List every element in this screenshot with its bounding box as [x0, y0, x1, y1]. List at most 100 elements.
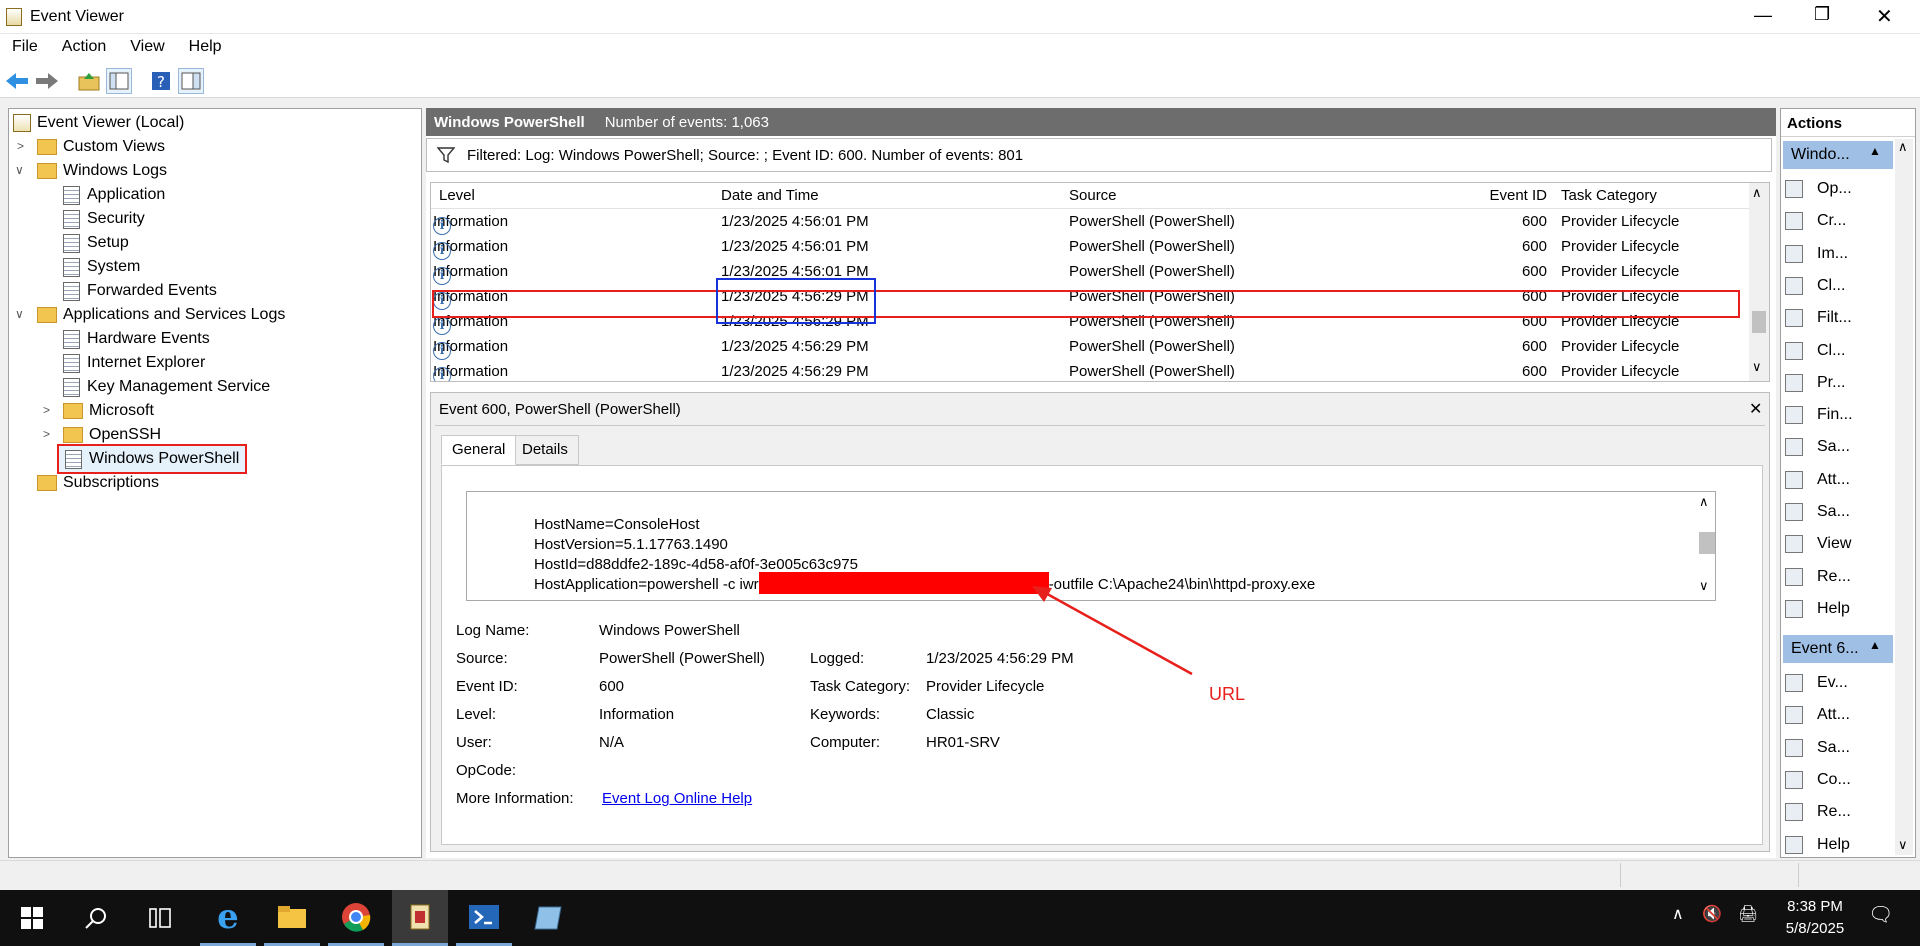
event-log-help-link[interactable]: Event Log Online Help	[602, 790, 752, 807]
restore-button[interactable]: ❐	[1814, 4, 1830, 25]
minimize-button[interactable]: —	[1754, 5, 1772, 26]
action-item-clear-log[interactable]: Cl...	[1785, 272, 1845, 300]
help-icon[interactable]: ?	[148, 68, 174, 94]
scroll-thumb[interactable]	[1699, 532, 1715, 554]
forward-icon[interactable]	[34, 68, 60, 94]
tray-chevron-up-icon[interactable]: ∧	[1672, 904, 1684, 924]
col-event-id[interactable]: Event ID	[1447, 187, 1547, 204]
scroll-thumb[interactable]	[1752, 311, 1766, 333]
tree-windows-powershell[interactable]: Windows PowerShell	[57, 444, 248, 474]
actions-section-event[interactable]: Event 6... ▲	[1783, 635, 1893, 663]
network-icon[interactable]: 🖨	[1738, 904, 1758, 924]
chevron-down-icon[interactable]: ∨	[15, 163, 29, 177]
menu-view[interactable]: View	[118, 34, 176, 60]
actions-section-log[interactable]: Windo... ▲	[1783, 141, 1893, 169]
actions-scrollbar[interactable]: ∧ ∨	[1895, 139, 1913, 855]
action-item-filter[interactable]: Filt...	[1785, 304, 1852, 332]
action-item-save[interactable]: Sa...	[1785, 433, 1850, 461]
tree-windows-logs[interactable]: Windows Logs	[37, 159, 167, 183]
tab-details[interactable]: Details	[511, 435, 579, 465]
scroll-down-icon[interactable]: ∨	[1752, 359, 1762, 375]
tree-setup[interactable]: Setup	[63, 231, 129, 255]
scroll-down-icon[interactable]: ∨	[1898, 837, 1908, 853]
scroll-up-icon[interactable]: ∧	[1752, 185, 1762, 201]
chrome-icon[interactable]	[328, 890, 384, 946]
action-item-help[interactable]: Help	[1785, 595, 1850, 623]
tree-hardware-events[interactable]: Hardware Events	[63, 327, 210, 351]
table-row[interactable]: i Information 1/23/2025 4:56:29 PM PowerShe…	[431, 359, 1751, 381]
col-date[interactable]: Date and Time	[721, 187, 819, 204]
table-row[interactable]: i Information 1/23/2025 4:56:01 PM PowerShe…	[431, 259, 1751, 285]
action-item-refresh[interactable]: Re...	[1785, 563, 1851, 591]
action-item-help[interactable]: Help	[1785, 831, 1850, 859]
action-item-save-filter[interactable]: Sa...	[1785, 498, 1850, 526]
col-level[interactable]: Level	[439, 187, 475, 204]
clock-date[interactable]: 5/8/2025	[1780, 920, 1850, 937]
tree-root[interactable]: Event Viewer (Local)	[13, 111, 184, 135]
search-icon[interactable]	[68, 890, 124, 946]
collapse-icon[interactable]: ▲	[1869, 144, 1881, 158]
chevron-right-icon[interactable]: >	[17, 139, 31, 153]
action-item-find[interactable]: Fin...	[1785, 401, 1853, 429]
tree-security[interactable]: Security	[63, 207, 145, 231]
tab-general[interactable]: General	[441, 435, 517, 465]
tree-internet-explorer[interactable]: Internet Explorer	[63, 351, 205, 375]
up-folder-icon[interactable]	[76, 68, 102, 94]
event-viewer-taskbar-icon[interactable]	[392, 890, 448, 946]
source-cell: PowerShell (PowerShell)	[1069, 338, 1235, 355]
action-item-refresh[interactable]: Re...	[1785, 798, 1851, 826]
scroll-up-icon[interactable]: ∧	[1898, 139, 1908, 155]
powershell-icon[interactable]	[456, 890, 512, 946]
notifications-icon[interactable]: 🗨	[1868, 902, 1893, 927]
action-item-attach-task[interactable]: Att...	[1785, 466, 1850, 494]
tree-application[interactable]: Application	[63, 183, 165, 207]
action-item-import[interactable]: Im...	[1785, 240, 1848, 268]
close-button[interactable]: ✕	[1876, 4, 1893, 29]
menu-action[interactable]: Action	[50, 34, 118, 60]
information-icon: i	[433, 267, 451, 285]
back-icon[interactable]	[4, 68, 30, 94]
action-pane-icon[interactable]	[178, 68, 204, 94]
scroll-up-icon[interactable]: ∧	[1699, 494, 1709, 510]
action-item-event-properties[interactable]: Ev...	[1785, 669, 1848, 697]
action-item-copy[interactable]: Co...	[1785, 766, 1851, 794]
menu-file[interactable]: File	[0, 34, 50, 60]
scroll-down-icon[interactable]: ∨	[1699, 578, 1709, 594]
table-row[interactable]: i Information 1/23/2025 4:56:01 PM PowerShe…	[431, 234, 1751, 260]
volume-muted-icon[interactable]: 🔇	[1702, 904, 1722, 924]
chevron-right-icon[interactable]: >	[43, 427, 57, 441]
action-item-label: Op...	[1817, 180, 1852, 197]
collapse-icon[interactable]: ▲	[1869, 638, 1881, 652]
menu-help[interactable]: Help	[177, 34, 234, 60]
tree-custom-views[interactable]: Custom Views	[37, 135, 165, 159]
tree-key-management-service[interactable]: Key Management Service	[63, 375, 270, 399]
action-item-attach-task[interactable]: Att...	[1785, 701, 1850, 729]
action-item-clear-filter[interactable]: Cl...	[1785, 337, 1845, 365]
action-item-save-selected[interactable]: Sa...	[1785, 734, 1850, 762]
chevron-down-icon[interactable]: ∨	[15, 307, 29, 321]
action-item-open[interactable]: Op...	[1785, 175, 1852, 203]
tree-subscriptions[interactable]: Subscriptions	[37, 471, 159, 495]
table-row[interactable]: i Information 1/23/2025 4:56:01 PM PowerShe…	[431, 209, 1751, 235]
file-explorer-icon[interactable]	[264, 890, 320, 946]
action-item-view[interactable]: View	[1785, 530, 1851, 558]
server-manager-icon[interactable]	[520, 890, 576, 946]
col-task-category[interactable]: Task Category	[1561, 187, 1657, 204]
grid-scrollbar[interactable]: ∧ ∨	[1749, 183, 1769, 381]
user-value: N/A	[599, 734, 625, 751]
detail-close-icon[interactable]: ✕	[1749, 399, 1762, 419]
clock-time[interactable]: 8:38 PM	[1780, 898, 1850, 915]
internet-explorer-icon[interactable]: e	[200, 890, 256, 946]
task-view-icon[interactable]	[132, 890, 188, 946]
chevron-right-icon[interactable]: >	[43, 403, 57, 417]
start-icon[interactable]	[4, 890, 60, 946]
table-row[interactable]: i Information 1/23/2025 4:56:29 PM PowerShe…	[431, 334, 1751, 360]
action-item-create-view[interactable]: Cr...	[1785, 207, 1846, 235]
col-source[interactable]: Source	[1069, 187, 1117, 204]
console-tree-icon[interactable]	[106, 68, 132, 94]
action-item-properties[interactable]: Pr...	[1785, 369, 1845, 397]
tree-forwarded-events[interactable]: Forwarded Events	[63, 279, 217, 303]
tree-system[interactable]: System	[63, 255, 140, 279]
tree-app-services-logs[interactable]: Applications and Services Logs	[37, 303, 285, 327]
tree-microsoft[interactable]: Microsoft	[63, 399, 154, 423]
